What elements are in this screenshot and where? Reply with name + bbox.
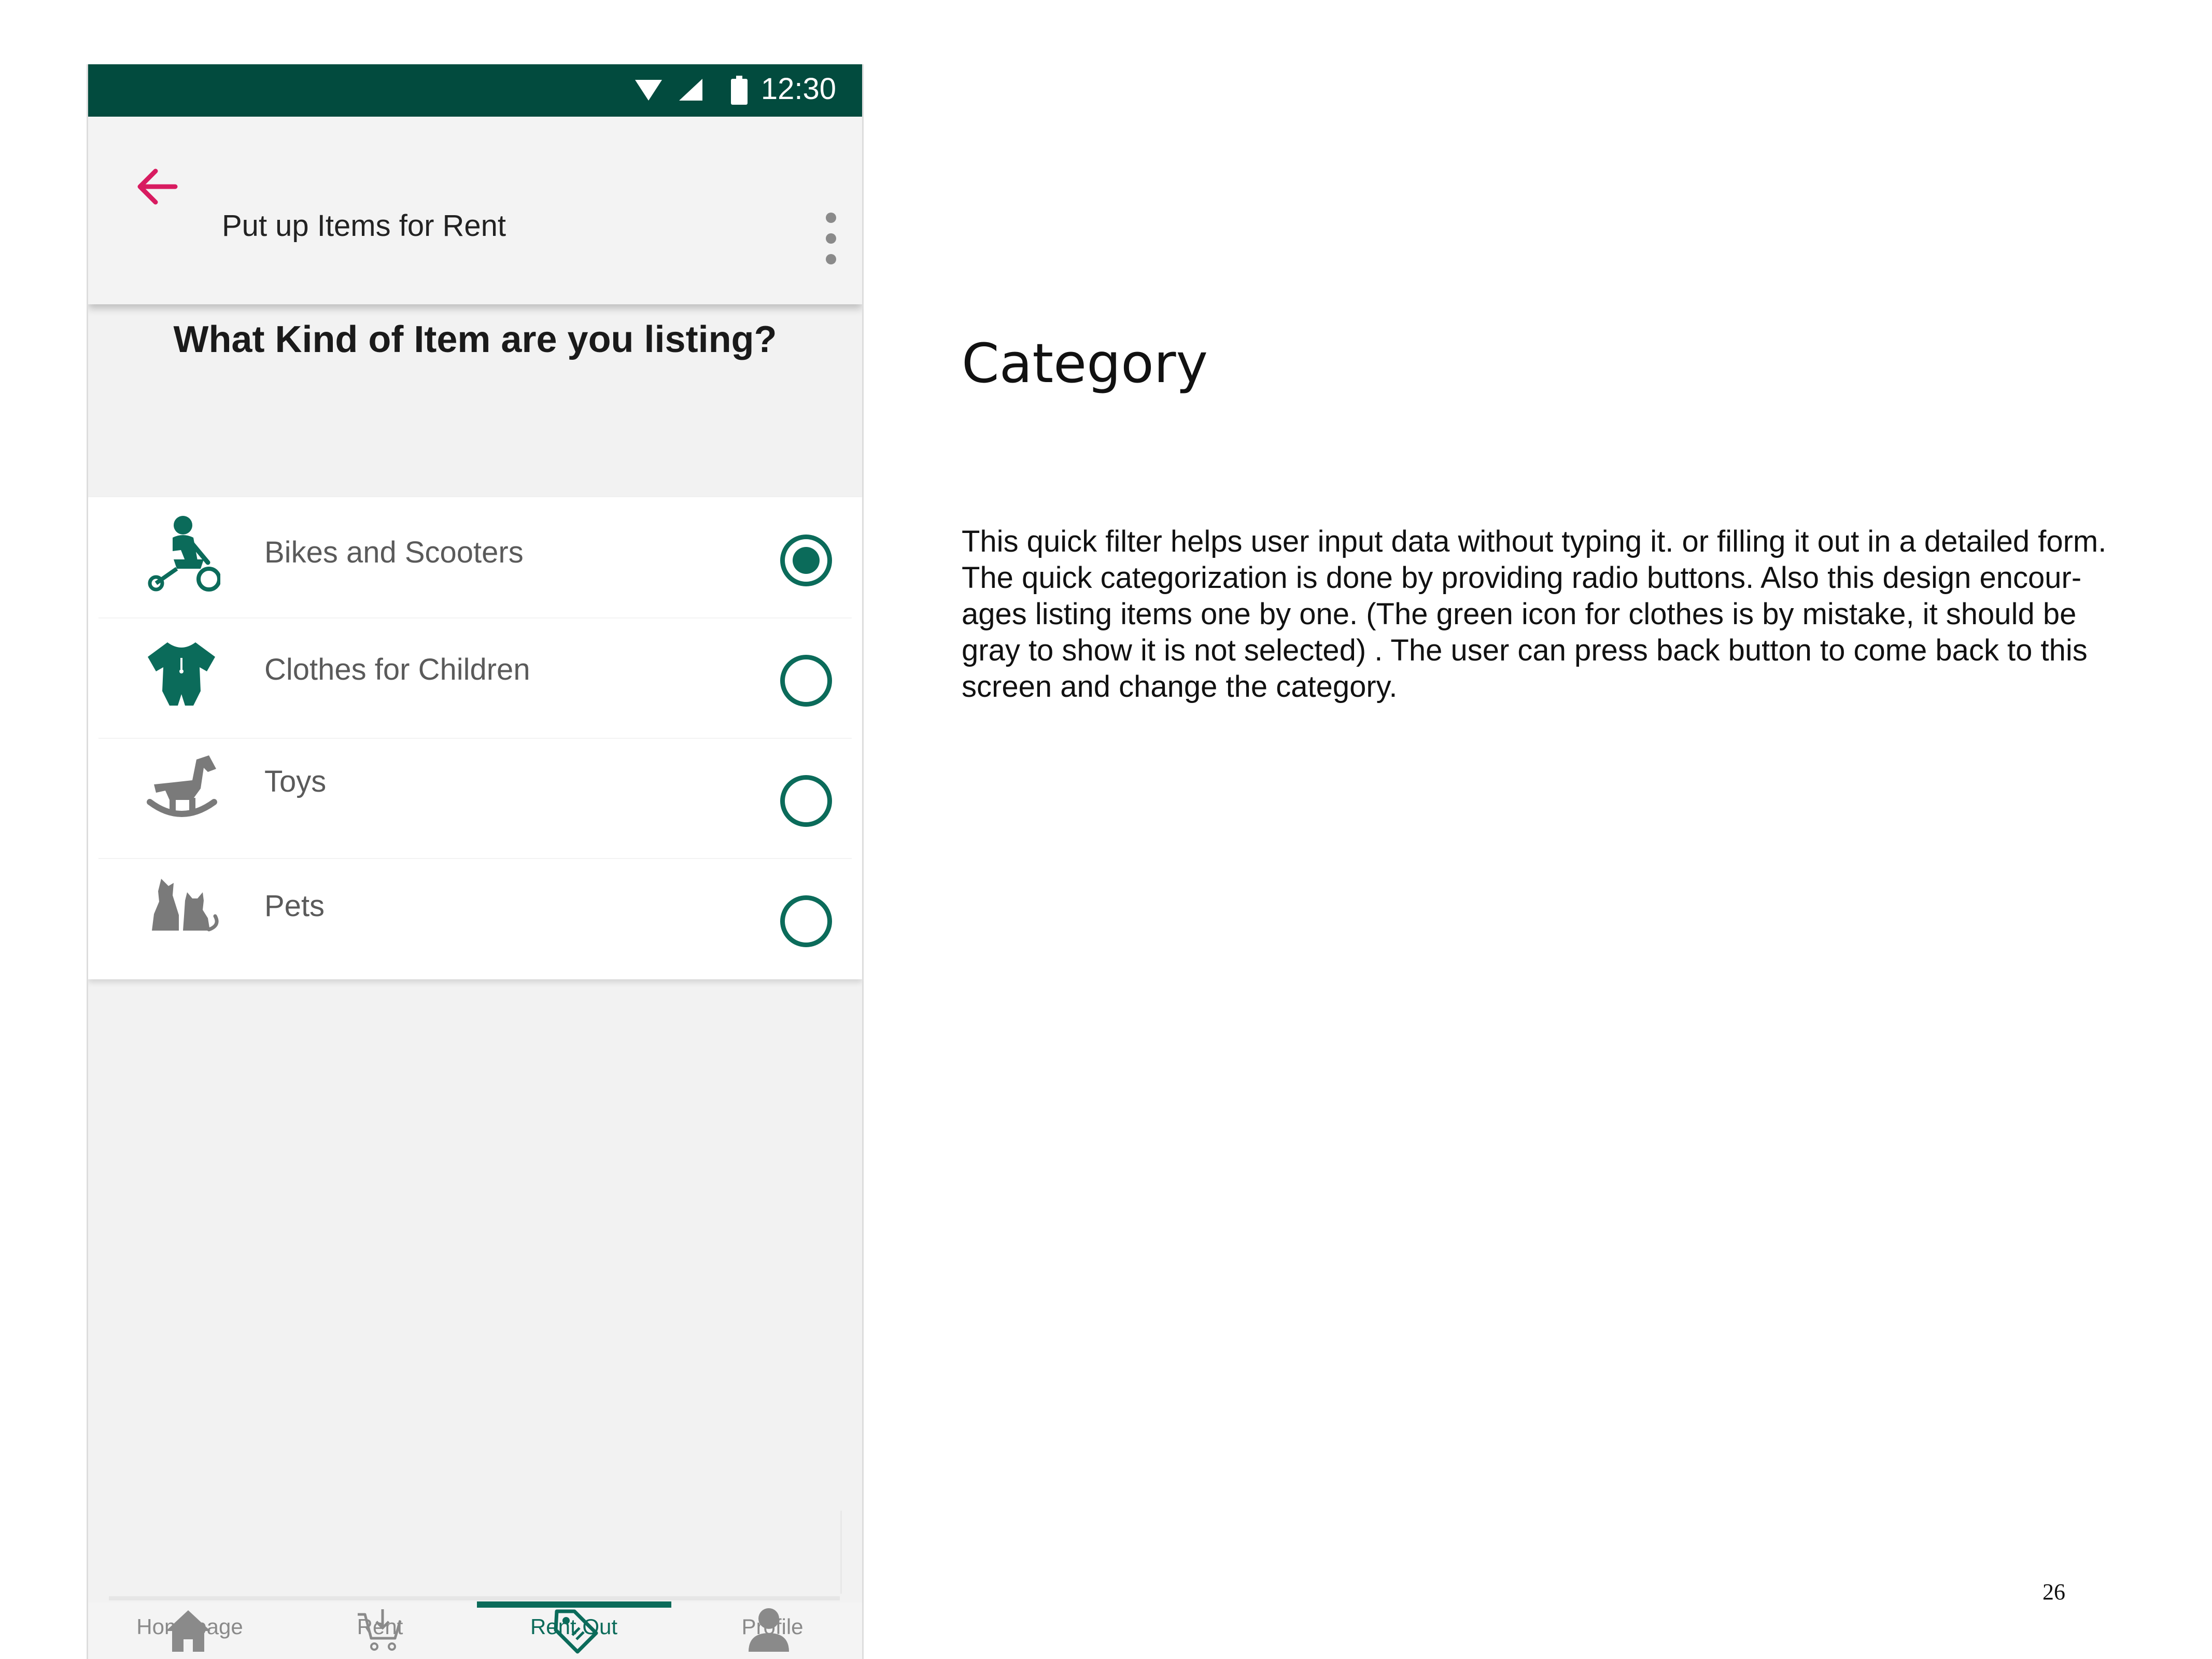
category-label: Clothes for Children (264, 653, 530, 686)
description-line: gray to show it is not selected) . The u… (962, 634, 2088, 667)
radio-clothes[interactable] (780, 655, 832, 707)
nav-label-rent-out: Rent Out (530, 1614, 618, 1639)
battery-icon (731, 76, 748, 105)
baby-clothes-icon (148, 642, 215, 706)
category-row-toys[interactable]: Toys (88, 738, 862, 858)
annotation-description: This quick filter helps user input data … (962, 524, 2133, 705)
status-bar: 12:30 (88, 64, 862, 117)
rocking-horse-icon (147, 755, 217, 817)
more-vert-icon[interactable] (815, 207, 847, 270)
annotation-heading: Category (962, 332, 1208, 395)
signal-icon (679, 79, 702, 101)
nav-label-profile: Profile (741, 1614, 804, 1639)
description-line: screen and change the category. (962, 670, 1398, 704)
nav-label-rent: Rent (357, 1614, 403, 1639)
app-bar: Put up Items for Rent (88, 117, 862, 304)
category-list: Bikes and Scooters Clothes for Children … (88, 497, 862, 979)
scroll-edge (840, 1511, 842, 1594)
pets-icon (152, 879, 219, 932)
page-title: Put up Items for Rent (222, 209, 506, 243)
category-question: What Kind of Item are you listing? (173, 319, 777, 360)
phone-screen: 12:30 Put up Items for Rent What Kind of… (87, 64, 864, 1659)
bike-icon (148, 516, 220, 592)
wifi-icon (635, 80, 662, 101)
bottom-nav-shadow (109, 1596, 840, 1600)
category-label: Toys (264, 765, 327, 798)
radio-pets[interactable] (780, 895, 832, 947)
category-row-bikes[interactable]: Bikes and Scooters (88, 497, 862, 617)
radio-bikes-selected[interactable] (780, 535, 832, 586)
radio-toys[interactable] (780, 775, 832, 827)
category-row-clothes[interactable]: Clothes for Children (88, 617, 862, 738)
status-icons (635, 76, 748, 105)
radio-selected-dot (793, 547, 820, 574)
description-line: ages listing items one by one. (The gree… (962, 597, 2077, 631)
description-line: This quick filter helps user input data … (962, 525, 2107, 558)
category-label: Bikes and Scooters (264, 536, 524, 569)
status-time: 12:30 (760, 72, 836, 106)
category-label: Pets (264, 889, 325, 923)
nav-label-homepage: Homepage (136, 1614, 243, 1639)
back-arrow-icon[interactable] (130, 158, 187, 215)
description-line: The quick categorization is done by prov… (962, 561, 2082, 595)
page-number: 26 (2042, 1579, 2065, 1605)
category-row-pets[interactable]: Pets (88, 858, 862, 978)
